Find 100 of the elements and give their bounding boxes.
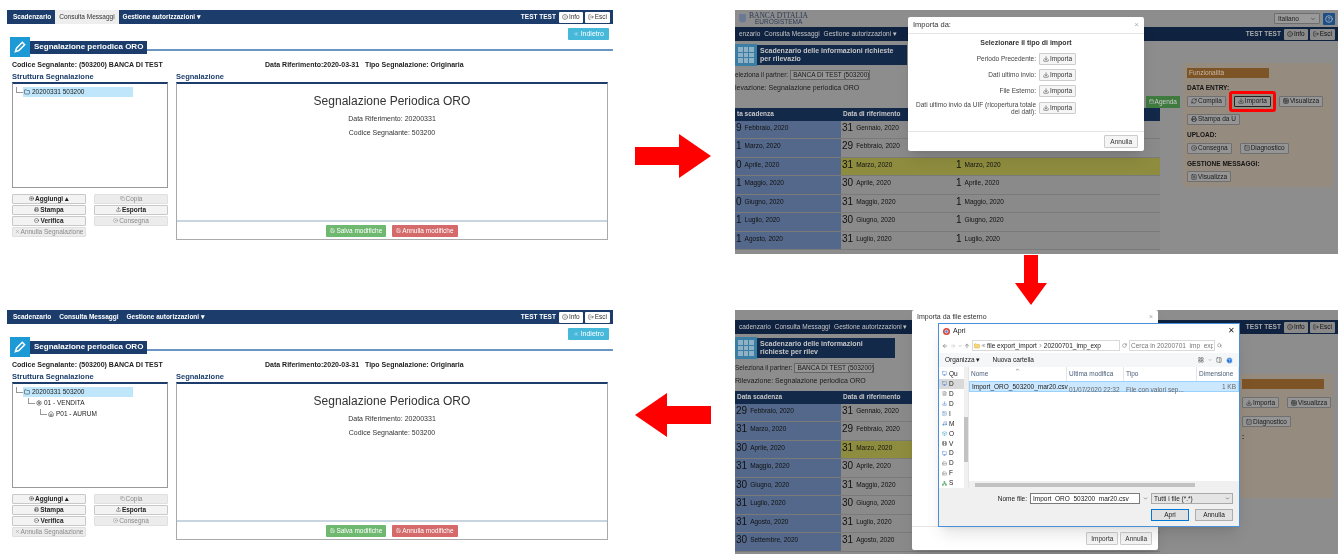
download-icon	[942, 401, 947, 407]
day-number: 1	[956, 213, 962, 227]
help-icon	[1325, 14, 1333, 23]
day-number: 31	[842, 403, 854, 418]
info-icon	[1286, 31, 1293, 37]
save-icon	[396, 228, 402, 233]
document-title: Segnalazione Periodica ORO	[313, 392, 471, 410]
save-icon	[396, 528, 402, 533]
music-icon	[942, 421, 947, 427]
folder-icon	[24, 88, 30, 95]
desktop-icon	[942, 381, 947, 387]
copy-icon	[119, 496, 125, 502]
day-number: 31	[842, 514, 854, 529]
network-icon	[942, 480, 947, 486]
day-number: 31	[842, 120, 854, 135]
overflow-icon	[981, 343, 986, 348]
day-number: 30	[842, 459, 854, 473]
pane-icon[interactable]	[1216, 357, 1222, 363]
day-number: 1	[956, 194, 962, 209]
close-icon	[14, 529, 20, 535]
download-icon	[1237, 98, 1244, 105]
day-number: 29	[842, 422, 854, 436]
calendar-icon	[735, 44, 757, 66]
help-icon[interactable]	[1226, 356, 1233, 364]
close-button[interactable]: ✕	[1228, 327, 1235, 335]
day-number: 30	[736, 533, 748, 547]
page-title: Segnalazione periodica ORO	[30, 40, 148, 54]
day-number: 0	[736, 194, 742, 209]
logout-icon	[587, 314, 594, 320]
day-number: 30	[736, 477, 748, 492]
pencil-icon	[10, 337, 30, 357]
upload-icon	[115, 207, 121, 213]
pencil-icon	[10, 37, 30, 57]
check-circle-icon	[34, 218, 40, 224]
folder-icon	[24, 388, 30, 395]
gear-icon	[36, 399, 42, 406]
document-icon	[942, 391, 947, 397]
circle-icon	[113, 518, 119, 524]
table-icon	[1282, 98, 1289, 105]
day-number: 9	[736, 120, 742, 135]
view-icon[interactable]	[1198, 357, 1204, 363]
drive-icon	[942, 460, 947, 466]
plus-circle-icon	[29, 196, 34, 202]
printer-icon	[1191, 116, 1197, 123]
day-number: 31	[736, 496, 748, 510]
logout-icon	[1312, 324, 1319, 330]
forward-icon[interactable]	[950, 342, 956, 349]
day-number: 29	[842, 139, 854, 153]
search-icon	[1217, 343, 1222, 348]
day-number: 31	[842, 477, 854, 492]
sort-icon	[1015, 367, 1020, 372]
chevron-icon	[1225, 496, 1230, 501]
refresh-icon[interactable]	[1122, 343, 1127, 348]
close-icon	[14, 229, 20, 235]
save-icon	[330, 228, 336, 233]
check-circle-icon	[34, 518, 40, 524]
image-icon	[942, 411, 947, 417]
computer-icon	[942, 450, 947, 456]
logout-icon	[1312, 31, 1319, 37]
download-icon	[1043, 104, 1049, 111]
download-icon	[1043, 55, 1049, 62]
house-icon	[48, 410, 54, 417]
page-title: Segnalazione periodica ORO	[30, 340, 148, 354]
upload-icon	[115, 507, 121, 513]
download-icon	[1043, 71, 1049, 78]
plus-circle-icon	[29, 496, 34, 502]
day-number: 30	[842, 213, 854, 227]
back-icon[interactable]	[942, 342, 948, 349]
day-number: 31	[736, 422, 748, 436]
day-number: 30	[842, 496, 854, 510]
day-number: 1	[736, 213, 742, 227]
chevron-icon[interactable]	[1143, 496, 1148, 501]
film-icon	[942, 440, 947, 446]
back-icon	[572, 31, 579, 37]
copy-icon	[119, 196, 125, 202]
arrow-icon	[1015, 255, 1047, 305]
arrow-icon	[635, 134, 711, 178]
browser-icon	[943, 327, 950, 335]
printer-icon	[34, 207, 40, 213]
help-button[interactable]	[1323, 12, 1335, 25]
checkbox-icon	[1246, 418, 1252, 425]
calendar-icon	[735, 337, 757, 359]
cube-icon	[942, 431, 947, 436]
plus-square-icon	[1191, 173, 1197, 180]
save-icon	[330, 528, 336, 533]
separator-icon	[1037, 343, 1043, 348]
folder-icon	[974, 342, 980, 349]
day-number: 31	[842, 440, 854, 455]
day-number: 31	[842, 194, 854, 209]
day-number: 31	[842, 533, 854, 547]
day-number: 31	[842, 157, 854, 172]
day-number: 1	[956, 231, 962, 246]
up-icon[interactable]	[964, 342, 970, 349]
day-number: 1	[956, 176, 962, 190]
emblem-icon	[738, 13, 747, 24]
info-icon	[1286, 324, 1293, 330]
day-number: 1	[736, 139, 742, 153]
drive-icon	[942, 470, 947, 476]
download-icon	[1246, 399, 1252, 406]
circle-icon	[113, 218, 119, 224]
